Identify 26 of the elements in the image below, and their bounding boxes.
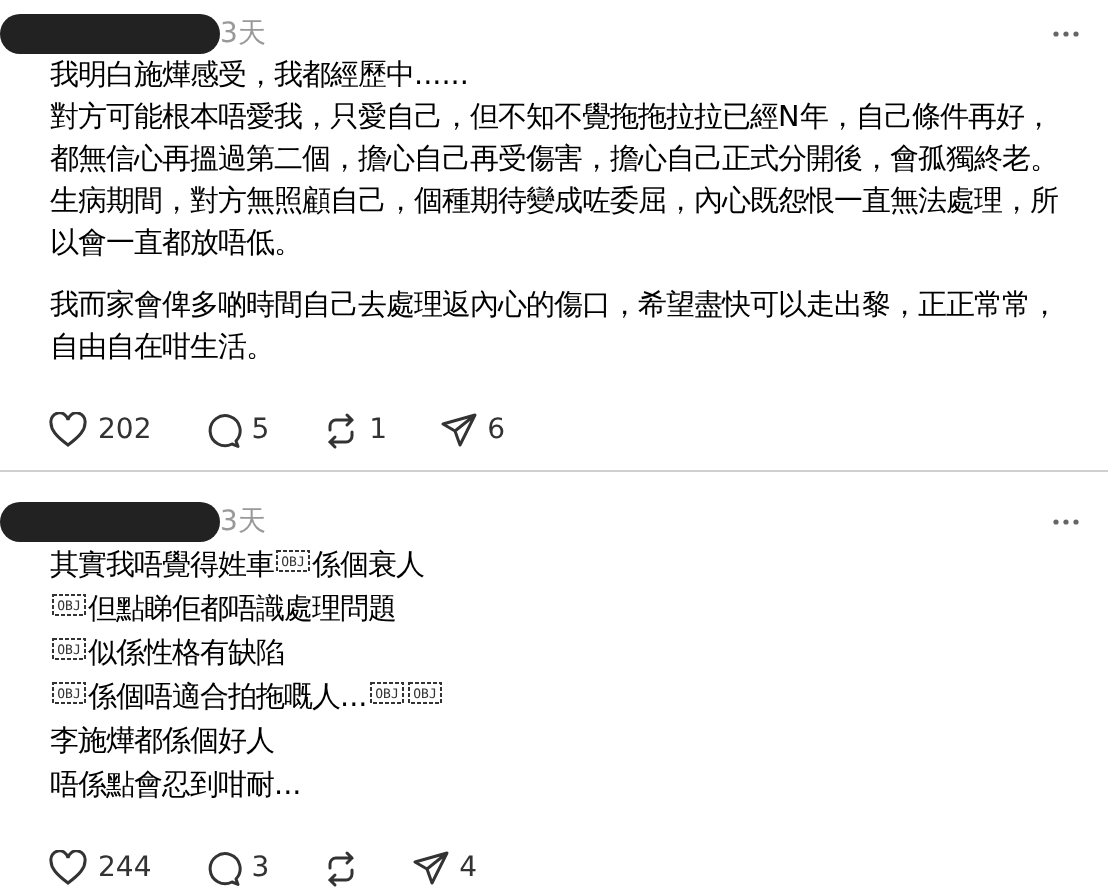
reply-button[interactable]: 5 [203,409,270,451]
post-text: 我而家會俾多啲時間自己去處理返內心的傷口，希望盡快可以走出黎，正正常常，自由自在咁生活。 [50,287,1060,368]
more-icon[interactable] [1052,30,1080,38]
post-text: 係個唔適合拍拖嘅人... [88,682,368,714]
repost-button[interactable]: 1 [321,409,388,451]
more-icon[interactable] [1052,518,1080,526]
like-button[interactable]: 202 [48,409,152,451]
like-button[interactable]: 244 [48,847,152,889]
heart-icon [48,412,88,448]
post-time: 3天 [220,15,266,53]
share-button[interactable]: 4 [411,847,478,889]
heart-icon [48,850,88,886]
post-text: 我明白施燁感受，我都經歷中...... 對方可能根本唔愛我，只愛自己，但不知不覺拖拖拉拉已經N年，自己條件再好，都無信心再搵過第二個，擔心自己再受傷害，擔心自己正式分開後，會孤獨終老。生病期間，對方無照顧自己，個種期待變成咗委屈，內心既怨恨一直無法處理，所以會一直都放唔低。 [50,58,1060,264]
post-text: 但點睇佢都唔識處理問題 [88,594,396,626]
post-text: 係個衰人 [312,550,424,582]
post-text: 唔係點會忍到咁耐... [50,768,304,806]
post-text: 李施燁都係個好人 [50,724,276,762]
reply-button[interactable]: 3 [203,847,270,889]
post-text: 似係性格有缺陷 [88,638,284,670]
speech-bubble-icon [203,411,242,449]
send-icon [439,412,478,448]
post-time: 3天 [220,503,266,541]
send-icon [411,850,450,886]
speech-bubble-icon [203,849,242,887]
share-button[interactable]: 6 [439,409,505,451]
post-text: 其實我唔覺得姓車 [50,550,274,582]
